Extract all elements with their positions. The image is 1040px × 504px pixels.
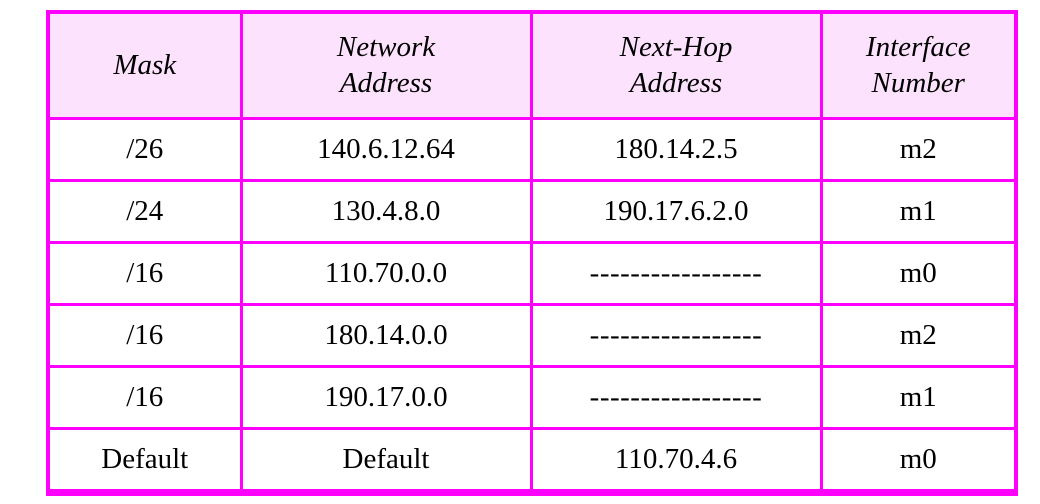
cell-mask: /16 [46, 241, 243, 306]
column-header-network-address-line-1: Network [336, 31, 436, 64]
table-body: /26 140.6.12.64 180.14.2.5 m2 /24 130.4.… [46, 117, 1018, 494]
cell-mask: /26 [46, 117, 243, 182]
cell-next-hop-address: 180.14.2.5 [529, 117, 823, 182]
cell-network-address: 190.17.0.0 [239, 365, 533, 430]
cell-next-hop-address: ----------------- [529, 241, 823, 306]
cell-interface-number: m1 [819, 179, 1018, 244]
cell-next-hop-address: ----------------- [529, 365, 823, 430]
cell-interface-number: m0 [819, 241, 1018, 306]
cell-mask: /16 [46, 303, 243, 368]
cell-interface-number: m0 [819, 427, 1018, 494]
cell-mask: Default [46, 427, 243, 494]
cell-next-hop-address: 110.70.4.6 [529, 427, 823, 494]
column-header-next-hop-address-line-2: Address [629, 66, 723, 99]
table-row: Default Default 110.70.4.6 m0 [46, 427, 1018, 494]
cell-network-address: 130.4.8.0 [239, 179, 533, 244]
column-header-network-address: Network Address [239, 10, 533, 120]
cell-interface-number: m2 [819, 303, 1018, 368]
cell-network-address: Default [239, 427, 533, 494]
routing-table: Mask Network Address Next-Hop Address In… [46, 10, 1018, 496]
cell-next-hop-address: 190.17.6.2.0 [529, 179, 823, 244]
column-header-next-hop-address: Next-Hop Address [529, 10, 823, 120]
cell-mask: /24 [46, 179, 243, 244]
column-header-mask-line-1: Mask [113, 48, 177, 81]
column-header-interface-number: Interface Number [819, 10, 1018, 120]
table-row: /26 140.6.12.64 180.14.2.5 m2 [46, 117, 1018, 182]
column-header-interface-number-line-2: Number [871, 66, 965, 99]
table-header: Mask Network Address Next-Hop Address In… [46, 10, 1018, 120]
table-row: /24 130.4.8.0 190.17.6.2.0 m1 [46, 179, 1018, 244]
routing-table-container: Mask Network Address Next-Hop Address In… [46, 10, 1018, 496]
cell-network-address: 140.6.12.64 [239, 117, 533, 182]
table-row: /16 180.14.0.0 ----------------- m2 [46, 303, 1018, 368]
column-header-mask: Mask [46, 10, 243, 120]
cell-network-address: 180.14.0.0 [239, 303, 533, 368]
cell-mask: /16 [46, 365, 243, 430]
cell-interface-number: m1 [819, 365, 1018, 430]
column-header-next-hop-address-line-1: Next-Hop [619, 31, 733, 64]
header-row: Mask Network Address Next-Hop Address In… [46, 10, 1018, 120]
cell-next-hop-address: ----------------- [529, 303, 823, 368]
table-row: /16 110.70.0.0 ----------------- m0 [46, 241, 1018, 306]
column-header-interface-number-line-1: Interface [865, 31, 971, 64]
table-row: /16 190.17.0.0 ----------------- m1 [46, 365, 1018, 430]
cell-network-address: 110.70.0.0 [239, 241, 533, 306]
cell-interface-number: m2 [819, 117, 1018, 182]
column-header-network-address-line-2: Address [339, 66, 433, 99]
